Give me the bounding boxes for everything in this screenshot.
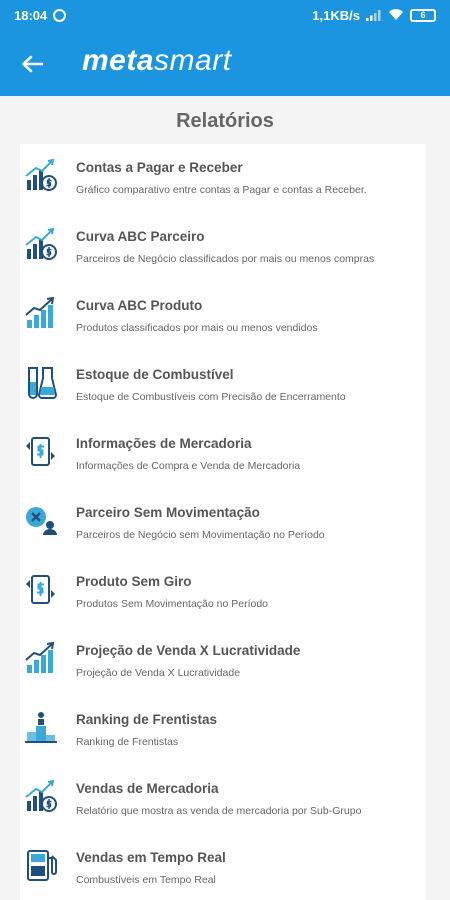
report-item[interactable]: Parceiro Sem Movimentação Parceiros de Ne… xyxy=(20,489,426,558)
network-speed: 1,1KB/s xyxy=(312,7,360,23)
fuel-pump-icon xyxy=(24,848,58,882)
report-item[interactable]: Estoque de Combustível Estoque de Combust… xyxy=(20,351,426,420)
brand-logo: metasmart xyxy=(82,44,232,78)
status-bar: 18:04 1,1KB/s 6 xyxy=(0,0,450,30)
flask-icon xyxy=(24,365,58,399)
report-title: Ranking de Frentistas xyxy=(76,712,218,727)
report-description: Parceiros de Negócio classificados por m… xyxy=(76,253,375,265)
arrow-left-icon xyxy=(22,55,43,73)
report-item[interactable]: Informações de Mercadoria Informações de … xyxy=(20,420,426,489)
report-description: Produtos Sem Movimentação no Período xyxy=(76,598,269,610)
signal-icon xyxy=(366,10,381,21)
back-button[interactable] xyxy=(18,50,46,78)
brand-bold: meta xyxy=(82,44,155,77)
reports-list: Contas a Pagar e Receber Gráfico comparat… xyxy=(20,144,426,900)
report-description: Produtos classificados por mais ou menos… xyxy=(76,322,318,334)
report-title: Contas a Pagar e Receber xyxy=(76,160,243,175)
page-title: Relatórios xyxy=(176,110,274,132)
report-description: Combustíveis em Tempo Real xyxy=(76,874,216,886)
phone-dollar-icon xyxy=(24,434,58,468)
report-title: Vendas de Mercadoria xyxy=(76,781,219,796)
report-item[interactable]: Curva ABC Parceiro Parceiros de Negócio c… xyxy=(20,213,426,282)
report-item[interactable]: Contas a Pagar e Receber Gráfico comparat… xyxy=(20,144,426,213)
report-title: Projeção de Venda X Lucratividade xyxy=(76,643,301,658)
battery-icon: 6 xyxy=(410,8,436,22)
brand-light: smart xyxy=(154,44,232,77)
report-description: Informações de Compra e Venda de Mercado… xyxy=(76,460,301,472)
report-item[interactable]: Curva ABC Produto Produtos classificados … xyxy=(20,282,426,351)
status-time: 18:04 xyxy=(14,7,48,23)
report-title: Curva ABC Parceiro xyxy=(76,229,205,244)
whatsapp-icon xyxy=(53,8,67,22)
report-description: Ranking de Frentistas xyxy=(76,736,179,748)
chart-dollar-icon xyxy=(24,158,58,192)
app-bar: 18:04 1,1KB/s 6 metasmart xyxy=(0,0,450,96)
report-title: Parceiro Sem Movimentação xyxy=(76,505,260,520)
report-item[interactable]: Ranking de Frentistas Ranking de Frentist… xyxy=(20,696,426,765)
report-description: Relatório que mostra as venda de mercado… xyxy=(76,805,362,817)
chart-dollar-icon xyxy=(24,779,58,813)
chart-dollar-icon xyxy=(24,227,58,261)
report-title: Vendas em Tempo Real xyxy=(76,850,226,865)
phone-dollar-icon xyxy=(24,572,58,606)
wifi-icon xyxy=(389,9,403,20)
report-item[interactable]: Vendas em Tempo Real Combustíveis em Temp… xyxy=(20,834,426,900)
report-description: Gráfico comparativo entre contas a Pagar… xyxy=(76,184,367,196)
partner-x-icon xyxy=(24,503,58,537)
report-description: Estoque de Combustíveis com Precisão de … xyxy=(76,391,346,403)
growth-chart-icon xyxy=(24,296,58,330)
report-item[interactable]: Projeção de Venda X Lucratividade Projeçã… xyxy=(20,627,426,696)
report-title: Curva ABC Produto xyxy=(76,298,203,313)
report-item[interactable]: Vendas de Mercadoria Relatório que mostra… xyxy=(20,765,426,834)
report-title: Produto Sem Giro xyxy=(76,574,192,589)
podium-icon xyxy=(24,710,58,744)
report-description: Projeção de Venda X Lucratividade xyxy=(76,667,241,679)
report-description: Parceiros de Negócio sem Movimentação no… xyxy=(76,529,325,541)
report-item[interactable]: Produto Sem Giro Produtos Sem Movimentaçã… xyxy=(20,558,426,627)
report-title: Estoque de Combustível xyxy=(76,367,234,382)
report-title: Informações de Mercadoria xyxy=(76,436,252,451)
growth-chart-icon xyxy=(24,641,58,675)
